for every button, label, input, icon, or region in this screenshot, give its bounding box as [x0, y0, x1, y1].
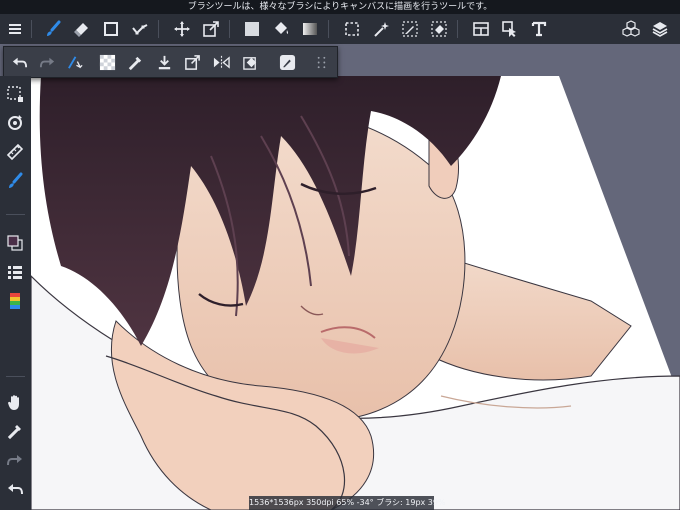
palette-button[interactable] — [3, 289, 27, 313]
grid-dots-icon — [317, 56, 325, 68]
eyedropper-icon — [128, 56, 141, 70]
undo-button[interactable] — [7, 50, 31, 74]
select-eraser-icon — [431, 21, 447, 37]
rotate-icon — [8, 115, 22, 130]
layers-icon — [652, 22, 668, 37]
eraser-tool-button[interactable] — [70, 17, 94, 41]
redo-icon — [7, 455, 22, 466]
materials-button[interactable] — [619, 17, 643, 41]
edit-icon — [279, 54, 295, 70]
color-button[interactable] — [3, 231, 27, 255]
fill-color-button[interactable] — [240, 17, 264, 41]
sub-toolbar — [3, 46, 338, 78]
toolbar-divider — [31, 20, 32, 38]
select-pen-button[interactable] — [398, 17, 422, 41]
sidebar-divider — [6, 376, 25, 377]
sidebar-undo-button[interactable] — [3, 477, 27, 501]
gradient-tool-button[interactable] — [298, 17, 322, 41]
transform-tool-button[interactable] — [199, 17, 223, 41]
transparency-button[interactable] — [95, 50, 119, 74]
toolbar-divider — [158, 20, 159, 38]
flip-button[interactable] — [209, 50, 233, 74]
select-eraser-button[interactable] — [427, 17, 451, 41]
export-icon — [184, 54, 200, 70]
toolbar-divider — [229, 20, 230, 38]
toolbar-divider — [457, 20, 458, 38]
frame-tool-button[interactable] — [469, 17, 493, 41]
hand-icon — [8, 395, 19, 410]
fill-square-icon — [245, 22, 259, 36]
magic-wand-button[interactable] — [369, 17, 393, 41]
select-pen-icon — [402, 21, 418, 37]
transform-icon — [203, 21, 219, 37]
sidebar-eyedropper-button[interactable] — [3, 419, 27, 443]
redo-button[interactable] — [35, 50, 59, 74]
sidebar-divider — [6, 214, 25, 215]
text-icon — [531, 21, 547, 37]
sidebar-redo-button[interactable] — [3, 448, 27, 472]
more-options-button[interactable] — [309, 50, 333, 74]
tool-hint-text: ブラシツールは、様々なブラシによりキャンバスに描画を行うツールです。 — [187, 2, 493, 12]
cubes-icon — [622, 20, 640, 37]
hand-button[interactable] — [3, 390, 27, 414]
rotate-button[interactable] — [3, 111, 27, 135]
canvas-status-text: 1536*1536px 350dpi 65% -34° ブラシ: 19px 39… — [249, 498, 446, 507]
text-tool-button[interactable] — [527, 17, 551, 41]
gradient-icon — [303, 23, 317, 35]
layers-button[interactable] — [648, 17, 672, 41]
eyedropper-icon — [7, 425, 21, 440]
eraser-icon — [74, 23, 88, 37]
square-icon — [104, 22, 118, 36]
menu-button[interactable] — [3, 17, 27, 41]
tool-hint-bar: ブラシツールは、様々なブラシによりキャンバスに描画を行うツールです。 — [0, 0, 680, 14]
vector-tool-button[interactable] — [128, 17, 152, 41]
snap-button[interactable] — [63, 50, 87, 74]
selection-button[interactable] — [3, 82, 27, 106]
ruler-button[interactable] — [3, 140, 27, 164]
drawing-canvas[interactable] — [31, 76, 680, 510]
toolbar-divider — [328, 20, 329, 38]
canvas-artwork — [31, 76, 680, 510]
top-toolbar — [0, 14, 680, 44]
brush-tool-button[interactable] — [41, 17, 65, 41]
list-icon — [8, 266, 22, 279]
clear-icon — [242, 56, 256, 70]
clear-button[interactable] — [238, 50, 262, 74]
left-sidebar — [0, 76, 31, 510]
menu-icon — [9, 24, 21, 34]
export-button[interactable] — [180, 50, 204, 74]
ruler-icon — [6, 143, 24, 161]
download-icon — [158, 55, 170, 69]
bucket-tool-button[interactable] — [269, 17, 293, 41]
move-tool-button[interactable] — [170, 17, 194, 41]
move-icon — [174, 21, 190, 37]
undo-icon — [8, 484, 23, 495]
shape-tool-button[interactable] — [99, 17, 123, 41]
select-tool-button[interactable] — [340, 17, 364, 41]
operation-tool-button[interactable] — [498, 17, 522, 41]
select-rect-icon — [345, 22, 359, 36]
vector-icon — [132, 24, 148, 35]
canvas-status-bar: 1536*1536px 350dpi 65% -34° ブラシ: 19px 39… — [249, 496, 446, 510]
checker-icon — [99, 54, 115, 70]
undo-icon — [12, 57, 27, 67]
palette-icon — [10, 293, 20, 309]
flip-icon — [213, 55, 230, 69]
brush-settings-button[interactable] — [3, 169, 27, 193]
brush-icon — [9, 172, 23, 188]
color-swatch-icon — [7, 235, 23, 251]
eyedropper-button[interactable] — [123, 50, 147, 74]
redo-icon — [39, 57, 54, 67]
bucket-icon — [275, 22, 289, 34]
import-button[interactable] — [152, 50, 176, 74]
edit-button[interactable] — [275, 50, 299, 74]
frame-icon — [473, 22, 489, 36]
brush-icon — [47, 20, 61, 36]
operation-icon — [502, 21, 516, 37]
snap-icon — [67, 55, 83, 69]
magic-wand-icon — [374, 22, 389, 37]
selection-icon — [7, 86, 23, 102]
layer-list-button[interactable] — [3, 260, 27, 284]
